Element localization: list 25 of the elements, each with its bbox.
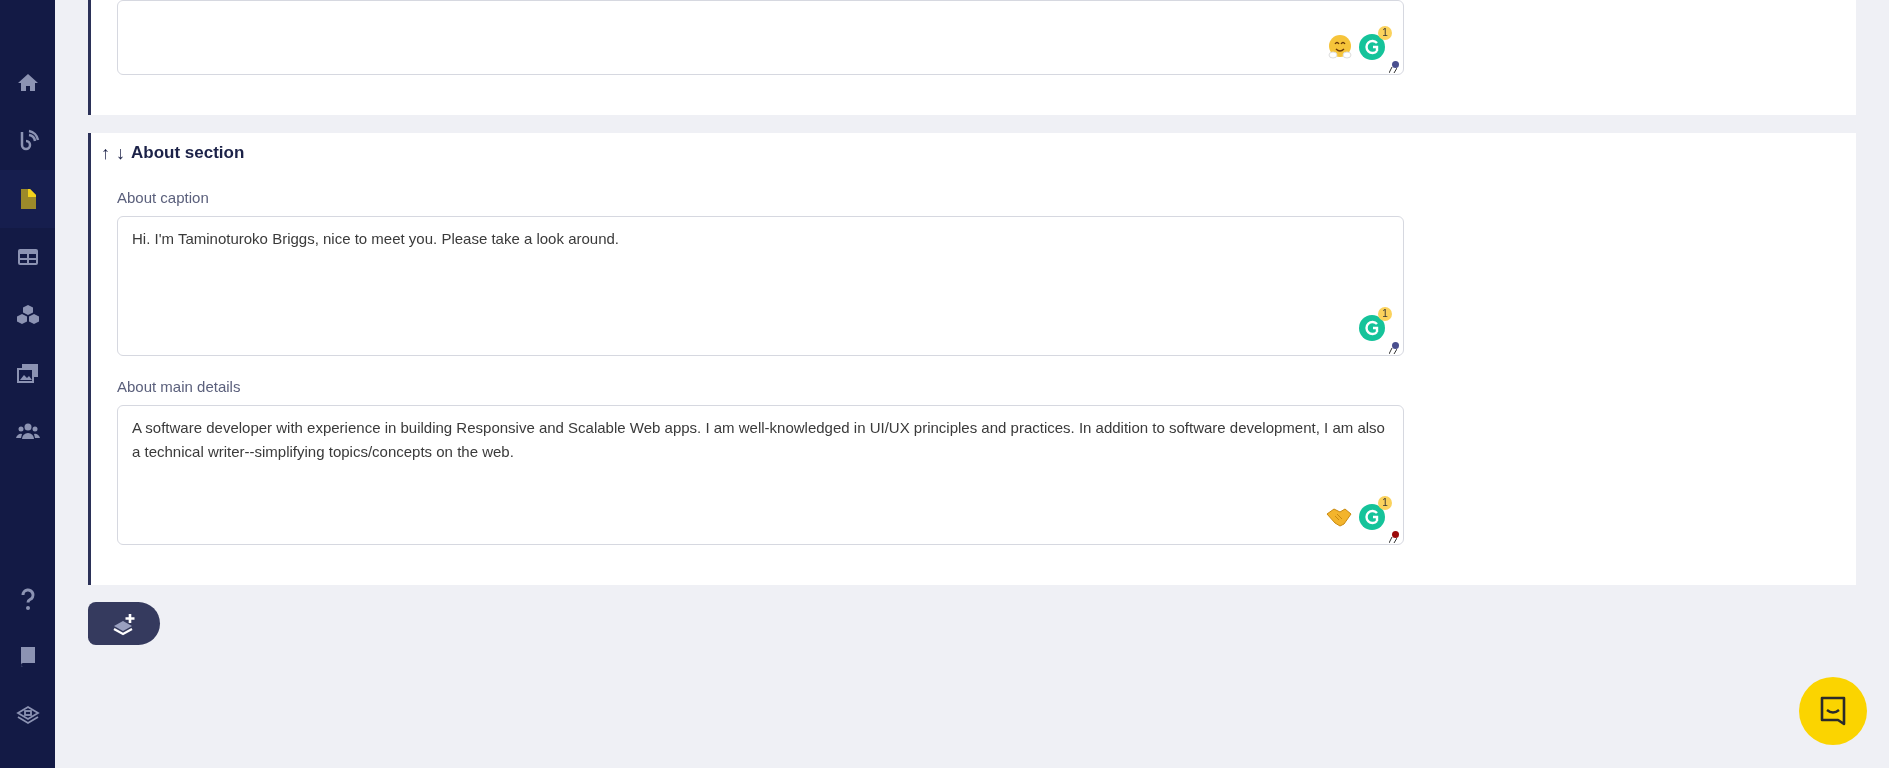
- slash-icon: [1389, 67, 1397, 73]
- notification-count: 1: [1378, 26, 1392, 40]
- handshake-icon: [1325, 506, 1353, 528]
- grammar-checker-icon[interactable]: [1359, 504, 1385, 530]
- slash-icon: [1389, 537, 1397, 543]
- text-area[interactable]: 1: [117, 0, 1404, 75]
- text-area[interactable]: Hi. I'm Taminoturoko Briggs, nice to meet you. Please take a look around. 1: [117, 216, 1404, 356]
- field-label: About caption: [117, 189, 210, 207]
- grammar-checker-icon[interactable]: [1359, 315, 1385, 341]
- add-section-button[interactable]: [88, 602, 160, 645]
- images-icon: [15, 361, 40, 385]
- field-value: Hi. I'm Taminoturoko Briggs, nice to meet you. Please take a look around.: [132, 229, 620, 249]
- notification-count: 1: [1378, 307, 1392, 321]
- text-area[interactable]: [117, 405, 1404, 545]
- slash-icon: [1389, 348, 1397, 354]
- layers-icon: [15, 703, 40, 727]
- section-title: About section: [131, 142, 245, 165]
- field-label: About main details: [117, 378, 242, 396]
- sidebar-item[interactable]: [0, 170, 55, 228]
- chat-icon: [1818, 695, 1848, 727]
- hugging-face-icon: [1327, 34, 1353, 60]
- field-value: A software developer with experience in building Responsive and Scalable Web apps. I am well-knowledged in UI/UX principles and practices. In addition to software development, I am also a technical writer--simplifying topics/concepts on the web.: [132, 418, 1386, 462]
- notification-count: 1: [1378, 496, 1392, 510]
- cubes-icon: [15, 303, 40, 327]
- grammar-checker-icon[interactable]: [1359, 34, 1385, 60]
